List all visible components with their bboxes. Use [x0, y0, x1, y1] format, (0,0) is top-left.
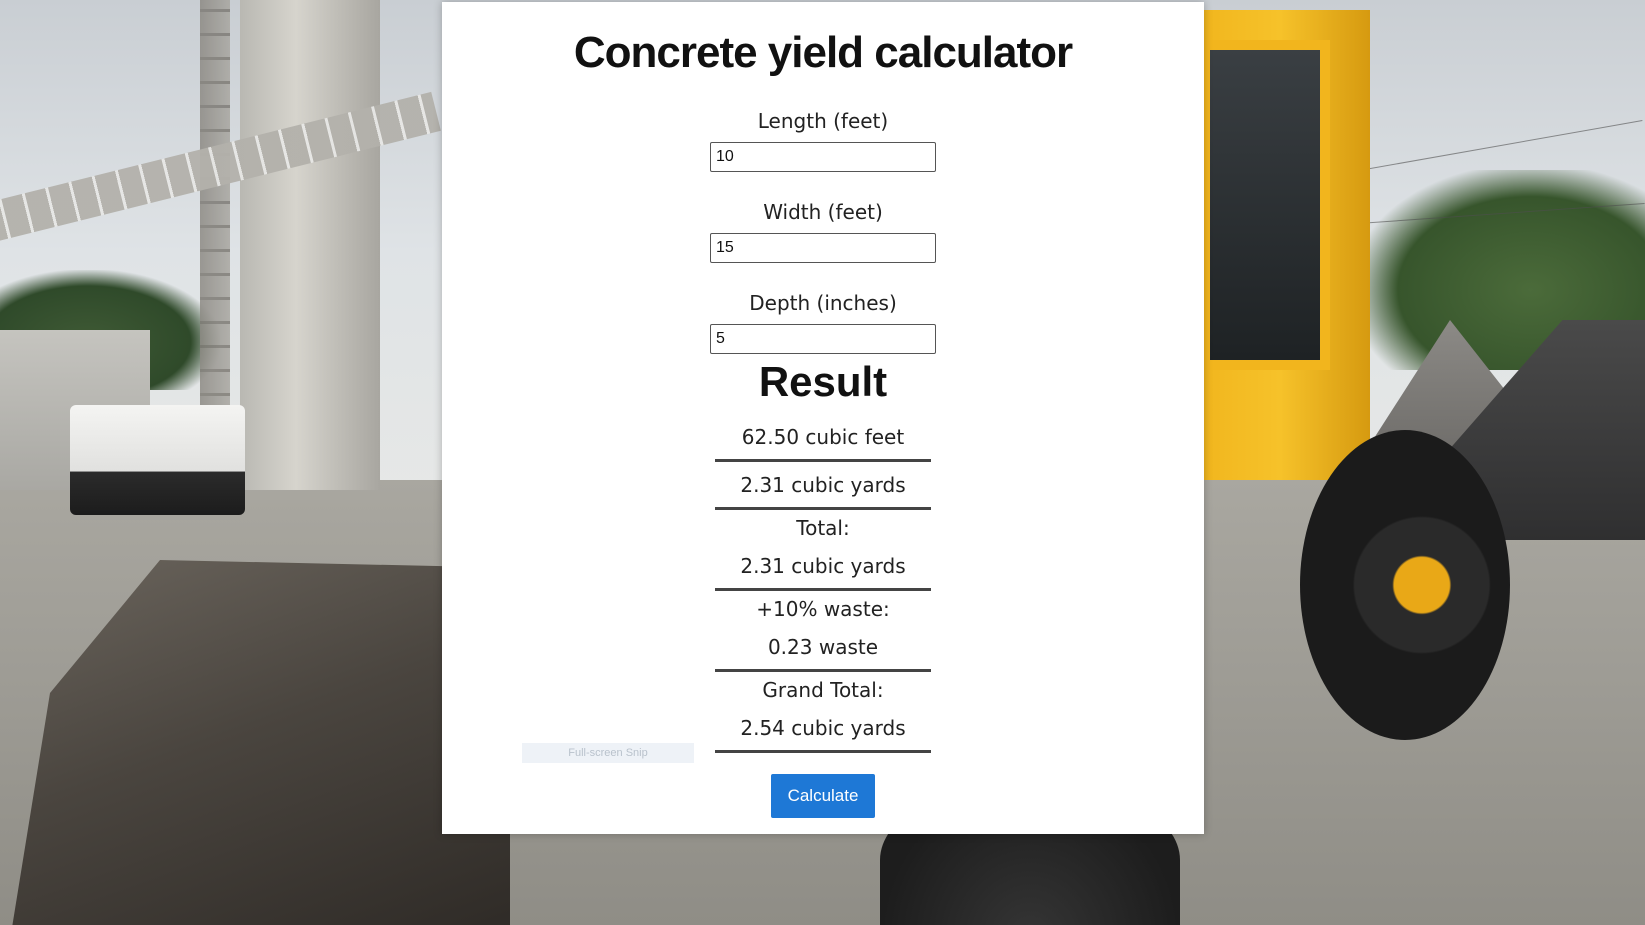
length-label: Length (feet): [757, 109, 889, 133]
waste-label: +10% waste:: [756, 597, 890, 621]
calculator-panel: Concrete yield calculator Length (feet) …: [442, 2, 1204, 834]
result-heading: Result: [758, 358, 888, 405]
wheel-loader-tire: [1300, 430, 1510, 740]
concrete-plant-tower: [240, 0, 380, 490]
calculate-button[interactable]: Calculate: [771, 774, 875, 818]
grand-total-label: Grand Total:: [762, 678, 884, 702]
total-value: 2.31 cubic yards: [715, 552, 931, 591]
result-cubic-yards: 2.31 cubic yards: [715, 471, 931, 510]
result-cubic-feet: 62.50 cubic feet: [715, 423, 931, 462]
length-input[interactable]: [710, 142, 936, 172]
depth-label: Depth (inches): [749, 291, 897, 315]
width-label: Width (feet): [763, 200, 883, 224]
grand-total-value: 2.54 cubic yards: [715, 714, 931, 753]
depth-input[interactable]: [710, 324, 936, 354]
total-label: Total:: [796, 516, 850, 540]
snip-overlay-ghost: Full-screen Snip: [522, 743, 694, 763]
width-input[interactable]: [710, 233, 936, 263]
page-title: Concrete yield calculator: [573, 28, 1073, 77]
wheel-loader-cab: [1200, 40, 1330, 370]
waste-value: 0.23 waste: [715, 633, 931, 672]
plant-ladder-tower: [200, 0, 230, 420]
white-truck: [70, 405, 245, 515]
